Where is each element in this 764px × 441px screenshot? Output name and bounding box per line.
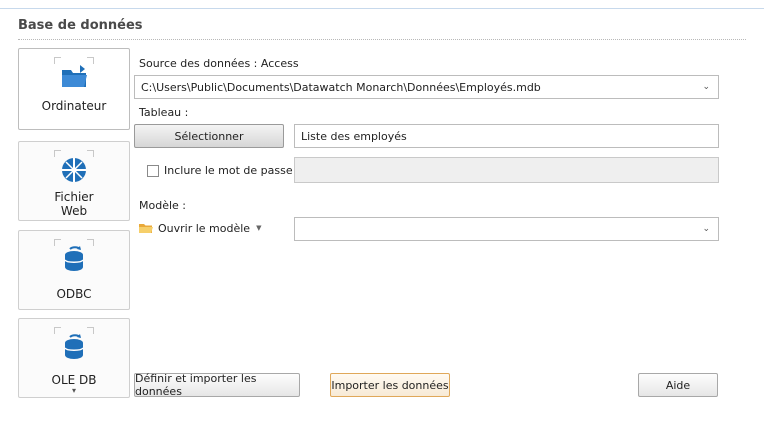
source-path-select[interactable]: C:\Users\Public\Documents\Datawatch Mona… <box>134 75 719 99</box>
password-field[interactable] <box>294 157 719 183</box>
top-divider <box>0 8 764 9</box>
chevron-down-icon: ⌄ <box>702 224 710 234</box>
table-name-field[interactable]: Liste des employés <box>294 124 719 148</box>
folder-icon <box>139 224 153 233</box>
source-label: Source des données : Access <box>139 57 299 70</box>
section-divider <box>18 39 746 40</box>
source-oledb-button[interactable]: OLE DB ▾ <box>18 318 130 398</box>
source-odbc-button[interactable]: ODBC <box>18 230 130 310</box>
open-model-button[interactable]: Ouvrir le modèle ▼ <box>138 221 261 235</box>
source-oledb-label: OLE DB <box>51 373 97 387</box>
open-model-label: Ouvrir le modèle <box>158 221 251 235</box>
model-select[interactable]: ⌄ <box>294 217 719 241</box>
chevron-down-icon: ⌄ <box>702 82 710 92</box>
help-button[interactable]: Aide <box>638 373 718 397</box>
database-icon <box>54 327 94 363</box>
model-label: Modèle : <box>139 199 186 212</box>
source-web-file-button[interactable]: Fichier Web <box>18 141 130 221</box>
source-odbc-label: ODBC <box>56 287 92 301</box>
select-table-button[interactable]: Sélectionner <box>134 124 284 148</box>
folder-open-icon <box>54 57 94 93</box>
import-button[interactable]: Importer les données <box>330 373 450 397</box>
database-icon <box>54 239 94 275</box>
web-globe-icon <box>54 150 94 186</box>
source-web-file-label: Fichier Web <box>54 190 94 218</box>
table-name-value: Liste des employés <box>301 129 407 143</box>
source-computer-label: Ordinateur <box>41 99 107 113</box>
define-import-button[interactable]: Définir et importer les données <box>134 372 300 398</box>
source-computer-button[interactable]: Ordinateur <box>18 48 130 130</box>
section-title: Base de données <box>18 18 143 33</box>
include-password-label: Inclure le mot de passe <box>164 164 293 177</box>
chevron-down-icon[interactable]: ▾ <box>72 387 76 395</box>
source-path-value: C:\Users\Public\Documents\Datawatch Mona… <box>141 80 541 94</box>
source-type: Access <box>260 57 299 70</box>
table-label: Tableau : <box>139 106 189 119</box>
include-password-checkbox[interactable] <box>147 165 159 177</box>
dropdown-arrow-icon: ▼ <box>256 224 262 232</box>
